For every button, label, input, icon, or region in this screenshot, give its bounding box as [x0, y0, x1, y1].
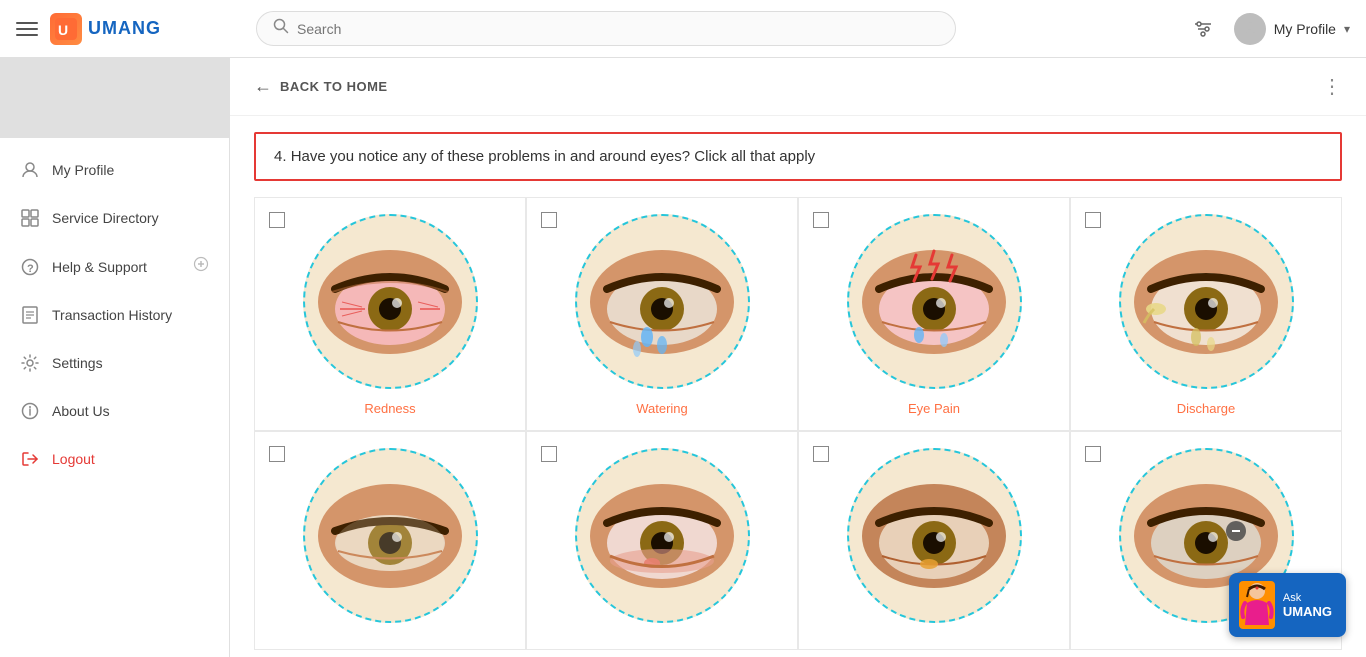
- checkbox-8[interactable]: [1085, 446, 1101, 462]
- sidebar-item-settings[interactable]: Settings: [0, 339, 229, 387]
- svg-text:U: U: [58, 22, 68, 38]
- eye-label-redness: Redness: [364, 401, 415, 416]
- sidebar-item-transaction-history[interactable]: Transaction History: [0, 291, 229, 339]
- logo-icon: U: [50, 13, 82, 45]
- profile-name: My Profile: [1274, 21, 1336, 37]
- sidebar-label-my-profile: My Profile: [52, 162, 209, 178]
- sidebar-label-about-us: About Us: [52, 403, 209, 419]
- eye-option-6[interactable]: [526, 431, 798, 650]
- avatar: [1234, 13, 1266, 45]
- receipt-icon: [20, 305, 40, 325]
- sidebar-item-service-directory[interactable]: Service Directory: [0, 194, 229, 242]
- eye-option-7[interactable]: [798, 431, 1070, 650]
- logo-container: U UMANG: [50, 13, 161, 45]
- grid-icon: [20, 208, 40, 228]
- eye-image-5: [303, 448, 478, 623]
- eye-label-watering: Watering: [636, 401, 688, 416]
- content-area: ← BACK TO HOME ⋮ 4. Have you notice any …: [230, 58, 1366, 657]
- help-icon: ?: [20, 257, 40, 277]
- main-container: My Profile Service Directory ?: [0, 58, 1366, 657]
- chevron-down-icon: ▾: [1344, 22, 1350, 36]
- checkbox-redness[interactable]: [269, 212, 285, 228]
- logo-text: UMANG: [88, 18, 161, 39]
- back-label[interactable]: BACK TO HOME: [280, 79, 388, 94]
- sidebar-item-about-us[interactable]: About Us: [0, 387, 229, 435]
- eye-image-eye-pain: [847, 214, 1022, 389]
- question-text: Have you notice any of these problems in…: [291, 148, 815, 165]
- umang-mascot-icon: [1239, 581, 1275, 629]
- checkbox-eye-pain[interactable]: [813, 212, 829, 228]
- expand-icon: [193, 256, 209, 277]
- search-input[interactable]: [297, 21, 939, 37]
- ask-umang-button[interactable]: Ask UMANG: [1229, 573, 1346, 637]
- user-icon: [20, 160, 40, 180]
- profile-section[interactable]: My Profile ▾: [1234, 13, 1350, 45]
- eye-options-grid-row1: Redness: [254, 197, 1342, 431]
- header: U UMANG: [0, 0, 1366, 58]
- eye-image-redness: [303, 214, 478, 389]
- eye-image-7: [847, 448, 1022, 623]
- eye-image-discharge: [1119, 214, 1294, 389]
- sidebar-label-logout: Logout: [52, 451, 209, 467]
- eye-options-grid-row2: [254, 431, 1342, 650]
- checkbox-7[interactable]: [813, 446, 829, 462]
- logout-icon: [20, 449, 40, 469]
- svg-text:?: ?: [27, 263, 34, 275]
- question-banner: 4. Have you notice any of these problems…: [254, 132, 1342, 181]
- eye-option-eye-pain[interactable]: Eye Pain: [798, 197, 1070, 431]
- search-icon: [273, 18, 289, 39]
- ask-umang-text: Ask UMANG: [1283, 592, 1332, 619]
- eye-option-watering[interactable]: Watering: [526, 197, 798, 431]
- back-bar: ← BACK TO HOME ⋮: [230, 58, 1366, 116]
- eye-option-discharge[interactable]: Discharge: [1070, 197, 1342, 431]
- eye-image-6: [575, 448, 750, 623]
- sidebar: My Profile Service Directory ?: [0, 58, 230, 657]
- gear-icon: [20, 353, 40, 373]
- hamburger-icon[interactable]: [16, 18, 38, 40]
- checkbox-watering[interactable]: [541, 212, 557, 228]
- sidebar-item-help-support[interactable]: ? Help & Support: [0, 242, 229, 291]
- sidebar-label-transaction-history: Transaction History: [52, 307, 209, 323]
- back-arrow-icon[interactable]: ←: [254, 76, 272, 97]
- checkbox-6[interactable]: [541, 446, 557, 462]
- search-bar: [256, 11, 956, 46]
- sidebar-label-settings: Settings: [52, 355, 209, 371]
- more-options-icon[interactable]: ⋮: [1322, 74, 1342, 99]
- eye-option-5[interactable]: [254, 431, 526, 650]
- sidebar-user-banner: [0, 58, 229, 138]
- eye-image-watering: [575, 214, 750, 389]
- checkbox-5[interactable]: [269, 446, 285, 462]
- sidebar-item-my-profile[interactable]: My Profile: [0, 146, 229, 194]
- eye-label-discharge: Discharge: [1177, 401, 1236, 416]
- header-left: U UMANG: [16, 13, 236, 45]
- eye-label-eye-pain: Eye Pain: [908, 401, 960, 416]
- sidebar-label-service-directory: Service Directory: [52, 210, 209, 226]
- question-number: 4.: [274, 148, 287, 165]
- header-right: My Profile ▾: [1192, 13, 1350, 45]
- info-icon: [20, 401, 40, 421]
- sidebar-label-help-support: Help & Support: [52, 259, 181, 275]
- eye-option-redness[interactable]: Redness: [254, 197, 526, 431]
- sidebar-item-logout[interactable]: Logout: [0, 435, 229, 483]
- filter-icon[interactable]: [1192, 18, 1214, 40]
- checkbox-discharge[interactable]: [1085, 212, 1101, 228]
